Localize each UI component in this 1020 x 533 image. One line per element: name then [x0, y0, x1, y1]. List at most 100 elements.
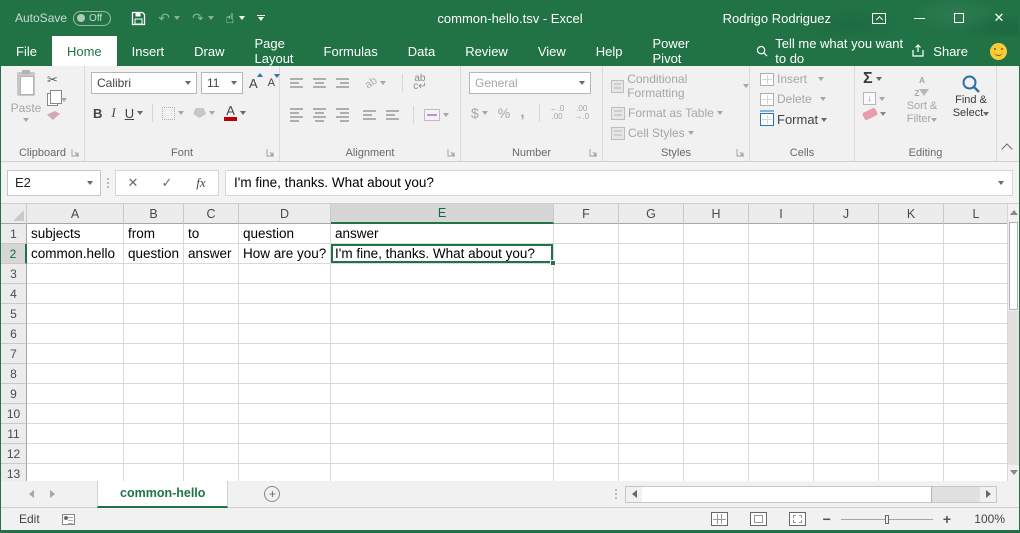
cell-E1[interactable]: answer — [331, 224, 554, 244]
autosave-control[interactable]: AutoSave Off — [15, 11, 111, 26]
cell-B13[interactable] — [124, 464, 184, 481]
cell-L3[interactable] — [944, 264, 1009, 284]
cell-J13[interactable] — [814, 464, 879, 481]
cell-L10[interactable] — [944, 404, 1009, 424]
cell-E6[interactable] — [331, 324, 554, 344]
cell-L13[interactable] — [944, 464, 1009, 481]
cell-D11[interactable] — [239, 424, 331, 444]
row-header-5[interactable]: 5 — [1, 304, 27, 324]
cell-E9[interactable] — [331, 384, 554, 404]
cell-K6[interactable] — [879, 324, 944, 344]
scroll-right-icon[interactable] — [980, 487, 996, 502]
column-header-L[interactable]: L — [944, 204, 1009, 224]
cell-A7[interactable] — [27, 344, 124, 364]
cell-E7[interactable] — [331, 344, 554, 364]
cell-C13[interactable] — [184, 464, 239, 481]
new-sheet-icon[interactable]: + — [264, 486, 280, 502]
tab-formulas[interactable]: Formulas — [309, 36, 393, 66]
middle-align-icon[interactable] — [313, 78, 326, 88]
cell-H1[interactable] — [684, 224, 749, 244]
cell-F1[interactable] — [554, 224, 619, 244]
insert-function-icon[interactable]: fx — [184, 175, 218, 191]
tab-power-pivot[interactable]: Power Pivot — [638, 36, 705, 66]
cell-C11[interactable] — [184, 424, 239, 444]
zoom-in-icon[interactable]: + — [943, 511, 951, 527]
cell-C3[interactable] — [184, 264, 239, 284]
formula-input[interactable]: I'm fine, thanks. What about you? — [225, 170, 1013, 196]
currency-format-button[interactable]: $ — [471, 105, 488, 121]
cell-A2[interactable]: common.hello — [27, 244, 124, 264]
wrap-text-icon[interactable]: abc↵ — [413, 75, 426, 91]
cell-F6[interactable] — [554, 324, 619, 344]
name-box[interactable]: E2 — [7, 170, 101, 196]
tab-insert[interactable]: Insert — [117, 36, 180, 66]
cell-D7[interactable] — [239, 344, 331, 364]
cell-H7[interactable] — [684, 344, 749, 364]
column-header-A[interactable]: A — [27, 204, 124, 224]
cell-I1[interactable] — [749, 224, 814, 244]
cell-J9[interactable] — [814, 384, 879, 404]
cell-B8[interactable] — [124, 364, 184, 384]
sheet-tab-common-hello[interactable]: common-hello — [97, 481, 228, 508]
normal-view-icon[interactable] — [711, 512, 728, 526]
column-header-F[interactable]: F — [554, 204, 619, 224]
column-header-I[interactable]: I — [749, 204, 814, 224]
cell-C12[interactable] — [184, 444, 239, 464]
close-button[interactable]: ✕ — [979, 0, 1019, 36]
cell-G13[interactable] — [619, 464, 684, 481]
cell-H12[interactable] — [684, 444, 749, 464]
zoom-level[interactable]: 100% — [967, 512, 1005, 526]
cell-I13[interactable] — [749, 464, 814, 481]
cell-D1[interactable]: question — [239, 224, 331, 244]
merge-center-button[interactable] — [424, 109, 449, 121]
cell-I4[interactable] — [749, 284, 814, 304]
cell-G1[interactable] — [619, 224, 684, 244]
cell-G5[interactable] — [619, 304, 684, 324]
cell-F4[interactable] — [554, 284, 619, 304]
increase-decimal-button[interactable]: ←.0.00 — [550, 105, 565, 121]
row-header-2[interactable]: 2 — [1, 244, 27, 264]
cell-B9[interactable] — [124, 384, 184, 404]
cell-I9[interactable] — [749, 384, 814, 404]
cell-I3[interactable] — [749, 264, 814, 284]
cell-J6[interactable] — [814, 324, 879, 344]
row-header-3[interactable]: 3 — [1, 264, 27, 284]
cell-E11[interactable] — [331, 424, 554, 444]
share-button[interactable]: Share — [911, 44, 968, 59]
cell-C6[interactable] — [184, 324, 239, 344]
autosum-button[interactable]: Σ — [863, 71, 886, 87]
cell-F7[interactable] — [554, 344, 619, 364]
vertical-scrollbar-thumb[interactable] — [1009, 222, 1018, 310]
cell-K1[interactable] — [879, 224, 944, 244]
cell-I2[interactable] — [749, 244, 814, 264]
italic-button[interactable]: I — [111, 105, 115, 121]
underline-button[interactable]: U — [125, 106, 143, 121]
next-sheet-icon[interactable] — [50, 490, 55, 498]
cell-D5[interactable] — [239, 304, 331, 324]
autosave-toggle[interactable]: Off — [73, 11, 111, 26]
comma-style-button[interactable]: , — [520, 104, 524, 122]
cell-C1[interactable]: to — [184, 224, 239, 244]
cell-D3[interactable] — [239, 264, 331, 284]
cell-G12[interactable] — [619, 444, 684, 464]
cell-G11[interactable] — [619, 424, 684, 444]
user-name[interactable]: Rodrigo Rodriguez — [723, 11, 831, 26]
cell-B2[interactable]: question — [124, 244, 184, 264]
column-header-E[interactable]: E — [331, 204, 554, 224]
cell-I10[interactable] — [749, 404, 814, 424]
cell-L2[interactable] — [944, 244, 1009, 264]
cell-A9[interactable] — [27, 384, 124, 404]
delete-cells-button[interactable]: Delete — [760, 92, 827, 106]
cell-L7[interactable] — [944, 344, 1009, 364]
column-header-J[interactable]: J — [814, 204, 879, 224]
cell-E5[interactable] — [331, 304, 554, 324]
cancel-entry-icon[interactable]: ✕ — [116, 175, 150, 191]
save-icon[interactable] — [127, 5, 150, 31]
expand-formula-bar-icon[interactable] — [998, 181, 1004, 185]
horizontal-scrollbar-thumb[interactable] — [642, 487, 932, 502]
cell-A1[interactable]: subjects — [27, 224, 124, 244]
cell-A8[interactable] — [27, 364, 124, 384]
align-center-icon[interactable] — [313, 108, 326, 122]
undo-icon[interactable]: ↶ — [154, 5, 184, 31]
maximize-button[interactable] — [939, 0, 979, 36]
